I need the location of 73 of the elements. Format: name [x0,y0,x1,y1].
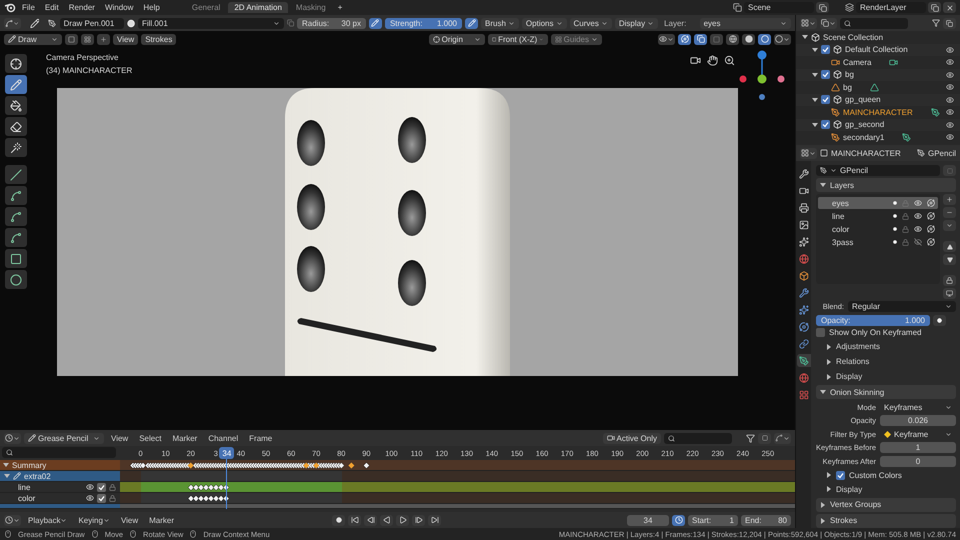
header-menu[interactable]: Strokes [141,34,176,44]
checkbox-label: Custom Colors [849,470,902,480]
pivot-dropdown[interactable]: Origin [428,34,485,44]
header-menu[interactable]: Curves [570,18,612,28]
brush-field[interactable]: Draw Pen.001 [60,18,124,28]
projection-dropdown[interactable]: Front (X-Z) [488,34,548,44]
material-field[interactable]: Fill.001 [138,18,284,28]
end-frame-field[interactable]: End: 80 [741,514,791,526]
outliner-row[interactable]: gp_queen [796,94,960,106]
workspace-tab[interactable]: General [186,2,226,13]
radius-field[interactable]: Radius: 30 px [297,18,366,28]
menu-item[interactable]: Playback [24,516,72,524]
number-field[interactable]: 1 [880,442,956,454]
outliner-row[interactable]: bg [796,68,960,81]
panel-header[interactable]: Strokes [816,514,956,528]
strength-slider[interactable]: Strength: 1.000 [384,18,462,28]
active-only-button[interactable]: Active Only [602,432,661,444]
menu-item[interactable]: Keying [74,516,114,524]
menu-item[interactable]: Marker [145,516,178,524]
menu-item[interactable]: Marker [168,434,202,442]
menu-item[interactable]: Help [139,3,164,12]
layer-row[interactable]: 3pass [818,236,938,248]
add-workspace-button[interactable]: + [334,3,346,12]
subpanel-header[interactable]: Display [816,482,956,496]
layer-label: Layer: [664,18,686,28]
menu-item[interactable]: Window [100,3,138,12]
panel-header[interactable]: Layers [816,178,956,192]
current-frame-indicator[interactable]: 34 [219,447,234,459]
panel-header[interactable]: Onion Skinning [816,385,956,400]
outliner-row[interactable]: gp_second [796,118,960,131]
subpanel-header[interactable]: Relations [816,355,956,368]
checkbox-label: Show Only On Keyframed [829,328,922,338]
view-layer-field[interactable]: RenderLayer [856,2,926,13]
channel-row[interactable]: extra02 [0,471,120,482]
number-field[interactable]: 0 [880,456,956,468]
menu-item[interactable]: Select [135,434,166,442]
menu-item[interactable]: Edit [40,3,63,12]
layer-row[interactable]: eyes [818,197,938,209]
header-menu[interactable]: Display [614,18,658,28]
menu-item[interactable]: View [116,516,142,524]
subpanel-header[interactable]: Display [816,370,956,384]
mode-dropdown[interactable]: Draw [4,34,62,44]
blend-dropdown[interactable]: Regular [848,301,956,312]
opacity-slider[interactable]: Opacity: 1.000 [816,314,930,326]
workspace-tab[interactable]: Masking [290,2,332,13]
scene-field[interactable]: Scene [744,2,814,13]
start-frame-field[interactable]: Start: 1 [688,514,738,526]
mode-dropdown[interactable]: Grease Pencil [24,432,104,444]
data-name: GPencil [928,148,956,158]
channel-row[interactable]: Summary [0,460,120,471]
channel-row[interactable]: line [0,482,120,493]
menu-item[interactable]: View [107,434,132,442]
number-field[interactable]: 0.026 [880,415,956,426]
object-name: MAINCHARACTER [831,148,901,158]
channel-row[interactable]: color [0,493,120,504]
layer-row[interactable]: line [818,210,938,222]
menu-item[interactable]: Render [64,3,99,12]
layer-row[interactable]: color [818,223,938,235]
panel-header[interactable]: Vertex Groups [816,498,956,512]
menu-item[interactable]: Channel [204,434,242,442]
header-menu[interactable]: Options [522,18,566,28]
menu-item[interactable]: Frame [245,434,276,442]
layer-dropdown[interactable]: eyes [700,18,791,28]
workspace-tab[interactable]: 2D Animation [228,2,288,13]
datablock-field[interactable]: GPencil [816,165,940,176]
viewport-info-text: (34) MAINCHARACTER [46,66,132,75]
header-menu[interactable]: View [113,34,138,44]
subpanel-header[interactable]: Adjustments [816,340,956,354]
viewport-info-text: Camera Perspective [46,53,120,62]
current-frame-field[interactable]: 34 [627,514,669,526]
outliner-row[interactable]: Default Collection [796,44,960,56]
header-menu[interactable]: Brush [481,18,519,28]
menu-item[interactable]: File [18,3,39,12]
